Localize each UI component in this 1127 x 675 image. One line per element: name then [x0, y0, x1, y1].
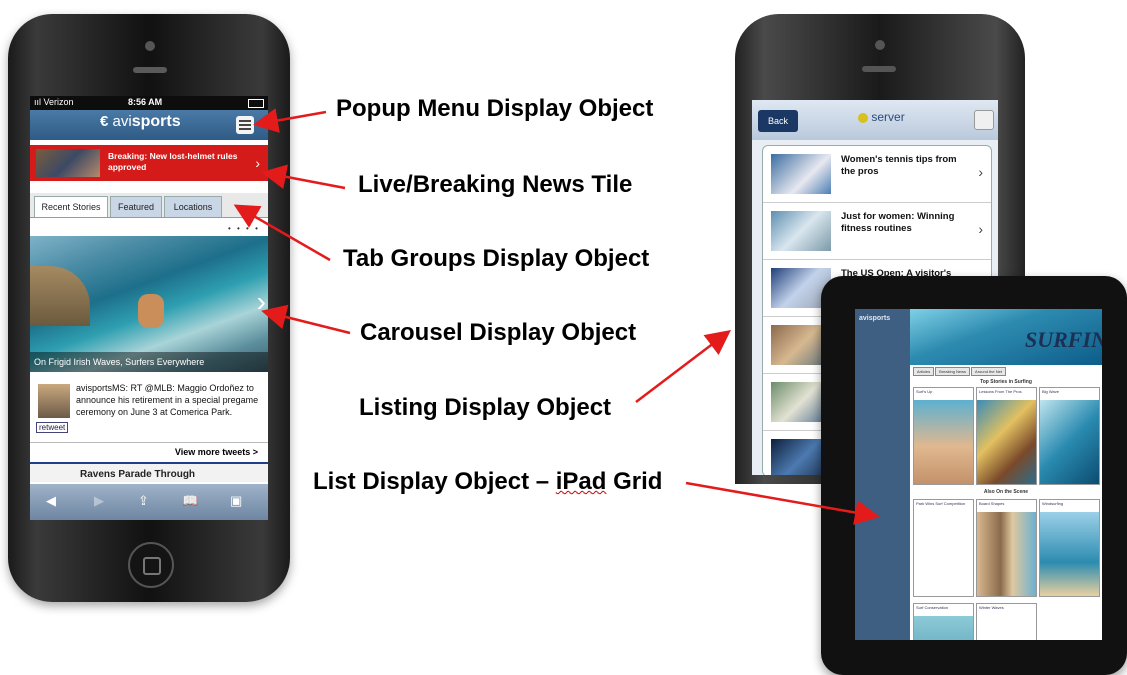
callout-arrows: [233, 108, 880, 525]
arrow: [635, 329, 731, 403]
arrow: [261, 164, 346, 190]
arrow: [233, 204, 331, 262]
arrow: [261, 304, 351, 335]
arrow: [685, 481, 880, 525]
arrow: [253, 108, 327, 133]
